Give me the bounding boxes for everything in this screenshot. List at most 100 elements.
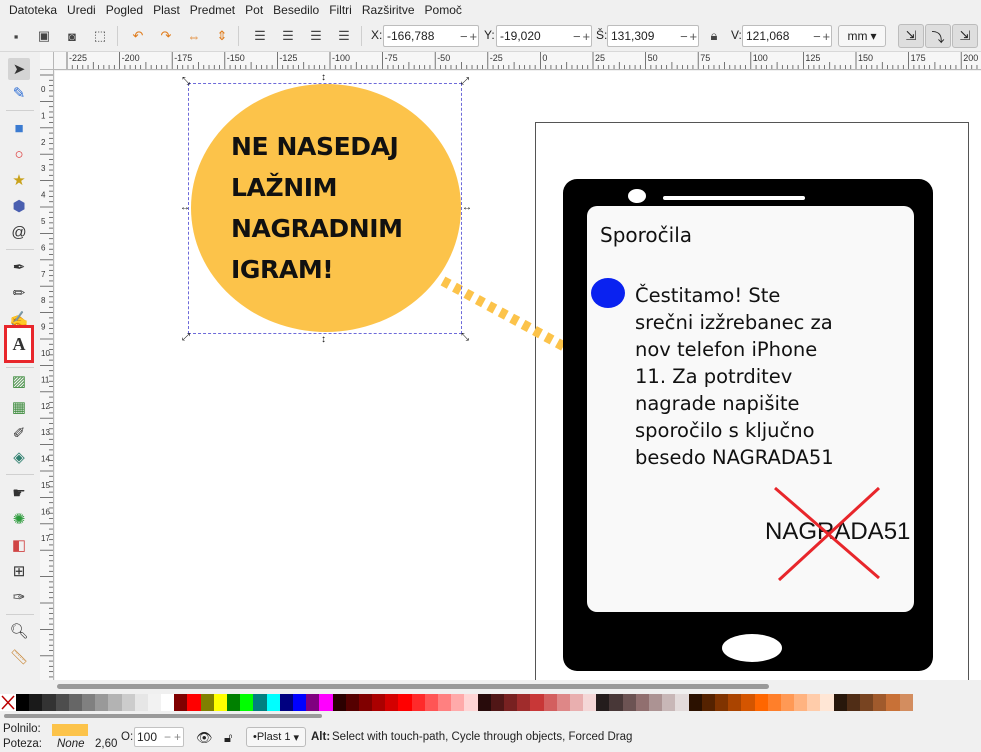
dropper-tool-icon[interactable]: ✐ — [8, 422, 30, 444]
eraser-tool-icon[interactable]: ◧ — [8, 534, 30, 556]
color-swatch[interactable] — [451, 694, 465, 711]
width-field[interactable]: −+ — [607, 25, 699, 47]
color-swatch[interactable] — [29, 694, 43, 711]
opacity-field[interactable]: 100 − + — [134, 727, 184, 747]
layer-dropdown[interactable]: •Plast 1 ▾ — [246, 727, 306, 747]
minus-icon[interactable]: − — [572, 29, 582, 44]
color-swatch[interactable] — [899, 694, 913, 711]
node-tool-icon[interactable]: ✎ — [8, 82, 30, 104]
connector-tool-icon[interactable]: ⊞ — [8, 560, 30, 582]
stroke-width[interactable]: 2,60 — [95, 738, 117, 750]
no-paint-swatch[interactable] — [0, 694, 16, 711]
transform-gradients-icon[interactable]: ⇲ — [952, 24, 978, 48]
color-swatch[interactable] — [860, 694, 874, 711]
text-tool-icon[interactable]: A — [4, 325, 34, 363]
lower-to-bottom-icon[interactable]: ☰ — [334, 26, 354, 46]
color-swatch[interactable] — [438, 694, 452, 711]
menu-object[interactable]: Predmet — [185, 0, 240, 20]
color-swatch[interactable] — [358, 694, 373, 711]
color-swatch[interactable] — [583, 694, 597, 711]
scale-handle-icon[interactable]: ↕ — [321, 335, 326, 345]
plus-icon[interactable]: + — [689, 29, 698, 44]
3d-box-tool-icon[interactable]: ⬢ — [8, 195, 30, 217]
paint-bucket-tool-icon[interactable]: ◈ — [8, 446, 30, 468]
sender-avatar[interactable] — [591, 278, 625, 308]
color-swatch[interactable] — [279, 694, 293, 711]
raise-to-top-icon[interactable]: ☰ — [250, 26, 270, 46]
scale-handle-icon[interactable]: ↔ — [180, 203, 190, 213]
scale-handle-icon[interactable]: ⤡ — [461, 333, 469, 343]
select-same-icon[interactable]: ◙ — [62, 26, 82, 46]
color-swatch[interactable] — [16, 694, 30, 711]
menu-file[interactable]: Datoteka — [4, 0, 62, 20]
select-all-icon[interactable]: ▪ — [6, 26, 26, 46]
color-swatch[interactable] — [649, 694, 663, 711]
y-input[interactable] — [497, 29, 573, 43]
height-field[interactable]: −+ — [742, 25, 832, 47]
deselect-icon[interactable]: ⬚ — [90, 26, 110, 46]
width-input[interactable] — [608, 29, 680, 43]
unit-select[interactable]: mm ▾ — [838, 25, 886, 47]
color-swatch[interactable] — [411, 694, 425, 711]
scale-corners-icon[interactable]: ⤵ — [925, 24, 951, 48]
color-swatch[interactable] — [490, 694, 504, 711]
color-swatch[interactable] — [385, 694, 399, 711]
gradient-tool-icon[interactable]: ▨ — [8, 370, 30, 392]
color-swatch[interactable] — [503, 694, 518, 711]
spiral-tool-icon[interactable]: @ — [8, 221, 30, 243]
color-swatch[interactable] — [213, 694, 227, 711]
color-swatch[interactable] — [134, 694, 148, 711]
color-swatch[interactable] — [807, 694, 821, 711]
scale-handle-icon[interactable]: ⤡ — [182, 77, 190, 87]
rotate-ccw-icon[interactable]: ↶ — [128, 26, 148, 46]
pencil-tool-icon[interactable]: ✏ — [8, 282, 30, 304]
plus-icon[interactable]: + — [174, 730, 181, 744]
color-swatch[interactable] — [556, 694, 570, 711]
star-tool-icon[interactable]: ★ — [8, 169, 30, 191]
palette-scrollbar-thumb[interactable] — [4, 714, 322, 718]
bezier-tool-icon[interactable]: ✒ — [8, 256, 30, 278]
y-field[interactable]: −+ — [496, 25, 592, 47]
color-swatch[interactable] — [714, 694, 729, 711]
eye-icon[interactable]: 👁︎ — [196, 730, 213, 746]
fill-indicator[interactable] — [52, 724, 88, 736]
x-field[interactable]: −+ — [383, 25, 479, 47]
color-swatch[interactable] — [55, 694, 69, 711]
scale-handle-icon[interactable]: ⤢ — [182, 333, 190, 343]
minus-icon[interactable]: − — [812, 29, 821, 44]
scrollbar-thumb[interactable] — [57, 684, 769, 689]
color-swatch[interactable] — [424, 694, 438, 711]
ellipse-tool-icon[interactable]: ○ — [8, 143, 30, 165]
scale-handle-icon[interactable]: ↕ — [321, 73, 326, 83]
messages-title[interactable]: Sporočila — [600, 223, 692, 247]
color-swatch[interactable] — [108, 694, 122, 711]
color-swatch[interactable] — [345, 694, 359, 711]
color-swatch[interactable] — [319, 694, 333, 711]
opacity-value[interactable]: 100 — [135, 730, 161, 744]
color-swatch[interactable] — [741, 694, 755, 711]
color-swatch[interactable] — [622, 694, 636, 711]
color-swatch[interactable] — [701, 694, 715, 711]
color-swatch[interactable] — [477, 694, 491, 711]
color-swatch[interactable] — [174, 694, 188, 711]
color-swatch[interactable] — [227, 694, 241, 711]
color-swatch[interactable] — [161, 694, 175, 711]
height-input[interactable] — [743, 29, 813, 43]
minus-icon[interactable]: − — [679, 29, 688, 44]
color-swatch[interactable] — [292, 694, 307, 711]
menu-layer[interactable]: Plast — [148, 0, 185, 20]
phone-illustration[interactable]: Sporočila Čestitamo! Ste srečni izžreban… — [563, 179, 933, 671]
menu-filters[interactable]: Filtri — [324, 0, 357, 20]
color-swatch[interactable] — [754, 694, 768, 711]
color-swatch[interactable] — [780, 694, 795, 711]
cross-mark[interactable] — [771, 484, 891, 584]
x-input[interactable] — [384, 29, 460, 43]
canvas[interactable]: NE NASEDAJ LAŽNIM NAGRADNIM IGRAM! ⤡ ↕ ⤢… — [55, 71, 981, 680]
color-swatch[interactable] — [240, 694, 254, 711]
scale-handle-icon[interactable]: ↔ — [462, 203, 472, 213]
color-swatch[interactable] — [121, 694, 135, 711]
color-swatch[interactable] — [306, 694, 320, 711]
measure-tool-icon[interactable]: 📏︎ — [8, 646, 30, 668]
flip-horizontal-icon[interactable]: ⇔ — [184, 26, 204, 46]
lock-icon[interactable]: 🔓︎ — [224, 730, 232, 746]
